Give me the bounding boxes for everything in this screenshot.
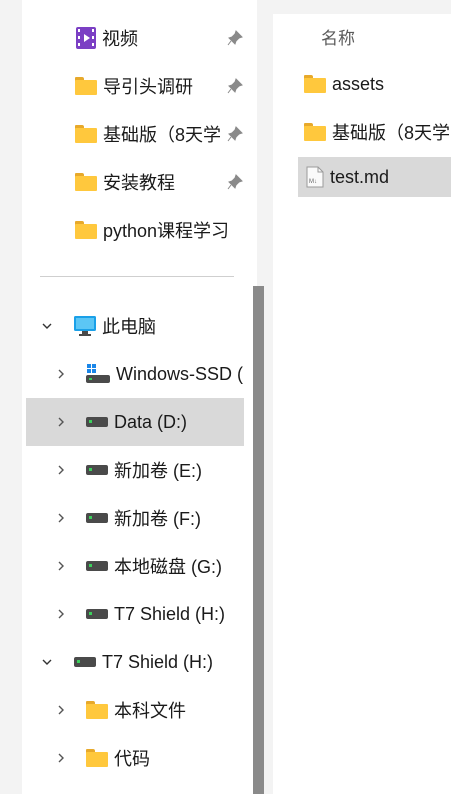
nav-item-seeker-research[interactable]: 导引头调研	[22, 66, 257, 106]
chevron-right-icon[interactable]	[56, 465, 66, 475]
drive-icon	[86, 417, 108, 427]
folder-icon	[75, 77, 97, 95]
file-item-assets[interactable]: assets	[273, 64, 451, 104]
column-header-name[interactable]: 名称	[321, 24, 355, 49]
chevron-down-icon[interactable]	[42, 657, 52, 667]
nav-item-label: 基础版（8天学	[103, 125, 222, 145]
file-name: test.md	[330, 166, 390, 187]
chevron-right-icon[interactable]	[56, 513, 66, 523]
windows-drive-icon	[86, 364, 110, 383]
folder-icon	[304, 75, 326, 93]
folder-icon	[75, 125, 97, 143]
file-list-pane[interactable]: 名称 assets 基础版（8天学 M↓ test.md	[273, 14, 451, 794]
folder-icon	[86, 749, 108, 767]
nav-item-label: 导引头调研	[103, 77, 193, 97]
nav-item-t7-shield[interactable]: T7 Shield (H:)	[22, 642, 257, 682]
chevron-down-icon[interactable]	[42, 321, 52, 331]
chevron-right-icon[interactable]	[56, 753, 66, 763]
monitor-icon	[74, 316, 96, 336]
nav-item-basic-edition[interactable]: 基础版（8天学	[22, 114, 257, 154]
svg-text:M↓: M↓	[309, 179, 317, 185]
nav-item-label: 新加卷 (F:)	[114, 509, 201, 529]
nav-item-label: 安装教程	[103, 173, 175, 193]
drive-icon	[86, 561, 108, 571]
pin-icon	[227, 126, 243, 142]
drive-icon	[74, 657, 96, 667]
drive-icon	[86, 465, 108, 475]
nav-item-label: python课程学习	[103, 221, 230, 241]
chevron-right-icon[interactable]	[56, 705, 66, 715]
folder-icon	[86, 701, 108, 719]
chevron-right-icon[interactable]	[56, 609, 66, 619]
nav-item-code[interactable]: 代码	[22, 738, 257, 778]
videos-icon	[76, 27, 96, 49]
folder-icon	[304, 123, 326, 141]
chevron-right-icon[interactable]	[56, 561, 66, 571]
nav-item-local-disk-g[interactable]: 本地磁盘 (G:)	[22, 546, 257, 586]
nav-item-label: T7 Shield (H:)	[114, 603, 226, 624]
nav-divider	[40, 276, 234, 277]
nav-scrollbar-thumb[interactable]	[253, 286, 264, 794]
pane-splitter[interactable]	[264, 0, 273, 794]
nav-item-install-tutorial[interactable]: 安装教程	[22, 162, 257, 202]
nav-item-label: Data (D:)	[114, 411, 188, 432]
folder-icon	[75, 173, 97, 191]
nav-item-label: 本科文件	[114, 701, 186, 721]
markdown-file-icon: M↓	[306, 166, 324, 188]
pin-icon	[227, 30, 243, 46]
nav-item-label: Windows-SSD (	[116, 363, 244, 384]
navigation-pane[interactable]: 视频 导引头调研 基础版（8天学 安装教程 python课程学习 此电脑 Win…	[22, 0, 257, 794]
file-name: 基础版（8天学	[332, 123, 451, 143]
nav-item-label: 新加卷 (E:)	[114, 461, 202, 481]
chevron-right-icon[interactable]	[56, 417, 66, 427]
file-item-test-md[interactable]: M↓ test.md	[298, 157, 451, 197]
nav-item-label: 本地磁盘 (G:)	[114, 557, 222, 577]
drive-icon	[86, 609, 108, 619]
nav-item-label: T7 Shield (H:)	[102, 651, 214, 672]
pin-icon	[227, 174, 243, 190]
nav-item-label: 此电脑	[102, 317, 156, 337]
pin-icon	[227, 78, 243, 94]
nav-item-t7-shield-pc[interactable]: T7 Shield (H:)	[22, 594, 257, 634]
nav-item-label: 视频	[102, 29, 138, 49]
nav-item-undergrad-files[interactable]: 本科文件	[22, 690, 257, 730]
folder-icon	[75, 221, 97, 239]
file-name: assets	[332, 73, 385, 94]
nav-item-python-course[interactable]: python课程学习	[22, 210, 257, 250]
drive-icon	[86, 513, 108, 523]
nav-item-this-pc[interactable]: 此电脑	[22, 306, 257, 346]
nav-item-windows-ssd[interactable]: Windows-SSD (	[22, 354, 257, 394]
nav-item-videos[interactable]: 视频	[22, 18, 257, 58]
nav-item-new-volume-e[interactable]: 新加卷 (E:)	[22, 450, 257, 490]
file-item-basic-edition[interactable]: 基础版（8天学	[273, 112, 451, 152]
chevron-right-icon[interactable]	[56, 369, 66, 379]
nav-item-data-d[interactable]: Data (D:)	[26, 398, 244, 446]
nav-item-label: 代码	[114, 749, 150, 769]
nav-item-new-volume-f[interactable]: 新加卷 (F:)	[22, 498, 257, 538]
